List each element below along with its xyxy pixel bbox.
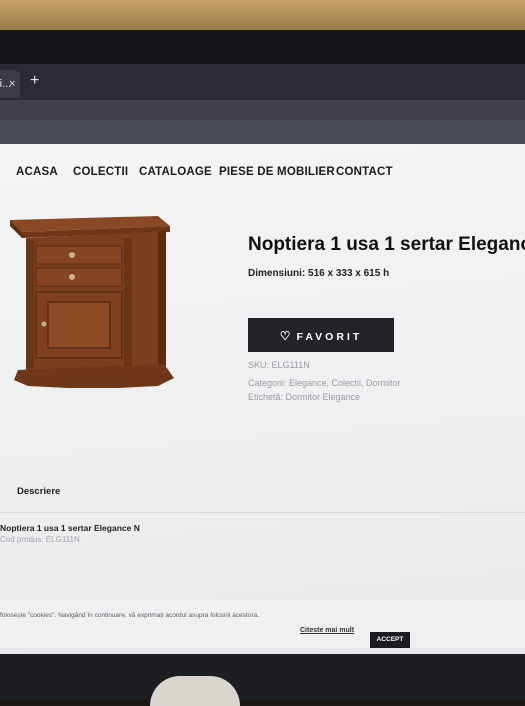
bookmarks-bar (0, 120, 525, 146)
nav-item-contact[interactable]: CONTACT (336, 166, 393, 178)
cookie-text: folosește "cookies". Navigând în continu… (0, 612, 259, 619)
dimensions-label: Dimensiuni: (248, 268, 306, 279)
product-image[interactable] (8, 210, 178, 390)
description-title: Noptiera 1 usa 1 sertar Elegance N (0, 523, 140, 533)
browser-tab[interactable]: ri... × (0, 70, 20, 98)
cookie-banner (0, 600, 525, 648)
monitor-bottom-bezel (0, 654, 525, 700)
cookie-read-more-link[interactable]: Citeste mai mult (300, 627, 354, 634)
product-title: Noptiera 1 usa 1 sertar Elegance (248, 234, 525, 255)
product-sku: SKU: ELG111N (248, 360, 310, 370)
foreground-object (150, 676, 240, 706)
product-tags[interactable]: Etichetă: Dormitor Elegance (248, 392, 360, 402)
nav-item-acasa[interactable]: ACASA (16, 166, 58, 178)
cookie-accept-button[interactable]: ACCEPT (370, 632, 410, 648)
divider (0, 512, 525, 513)
close-icon[interactable]: × (9, 70, 15, 98)
favorite-label: FAVORIT (296, 331, 363, 343)
product-dimensions: Dimensiuni: 516 x 333 x 615 h (248, 268, 389, 279)
new-tab-icon[interactable]: + (30, 72, 39, 90)
nav-item-cataloage[interactable]: CATALOAGE (139, 166, 212, 178)
product-categories[interactable]: Categorii: Elegance, Colectii, Dormitor (248, 378, 401, 388)
browser-tab-bar: ri... × (0, 64, 525, 100)
favorite-button[interactable]: ♡ FAVORIT (248, 318, 394, 352)
description-code: Cod produs: ELG111N (0, 535, 80, 544)
dimensions-value: 516 x 333 x 615 h (308, 268, 390, 279)
browser-toolbar (0, 100, 525, 120)
heart-icon: ♡ (279, 329, 291, 343)
tab-description[interactable]: Descriere (17, 486, 60, 497)
nav-item-colectii[interactable]: COLECTII (73, 166, 128, 178)
web-page: ACASA COLECTII CATALOAGE PIESE DE MOBILI… (0, 144, 525, 654)
nav-item-piese-de-mobilier[interactable]: PIESE DE MOBILIER (219, 166, 335, 178)
